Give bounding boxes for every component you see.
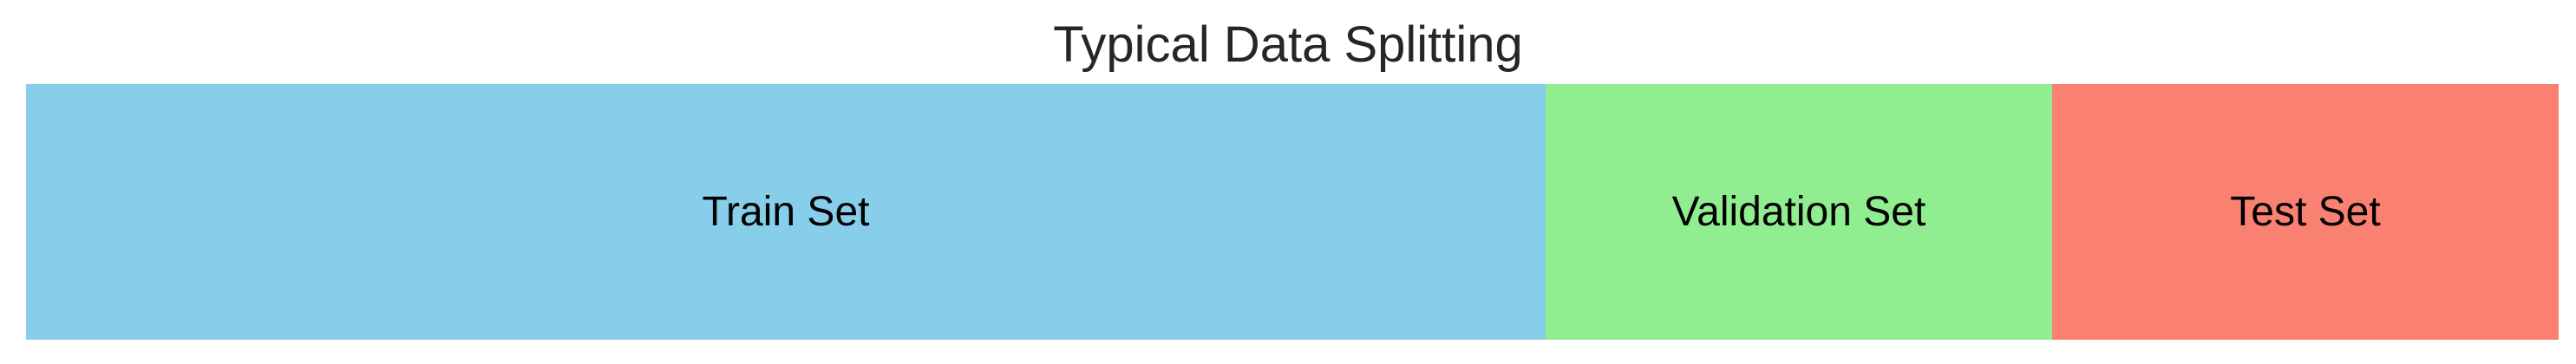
chart-plot-area: Train Set Validation Set Test Set — [26, 84, 2559, 340]
bar-label-test-set: Test Set — [2230, 189, 2380, 235]
bar-label-train-set: Train Set — [703, 189, 870, 235]
bar-label-validation-set: Validation Set — [1672, 189, 1926, 235]
data-split-chart: Typical Data Splitting Train Set Validati… — [0, 0, 2576, 364]
